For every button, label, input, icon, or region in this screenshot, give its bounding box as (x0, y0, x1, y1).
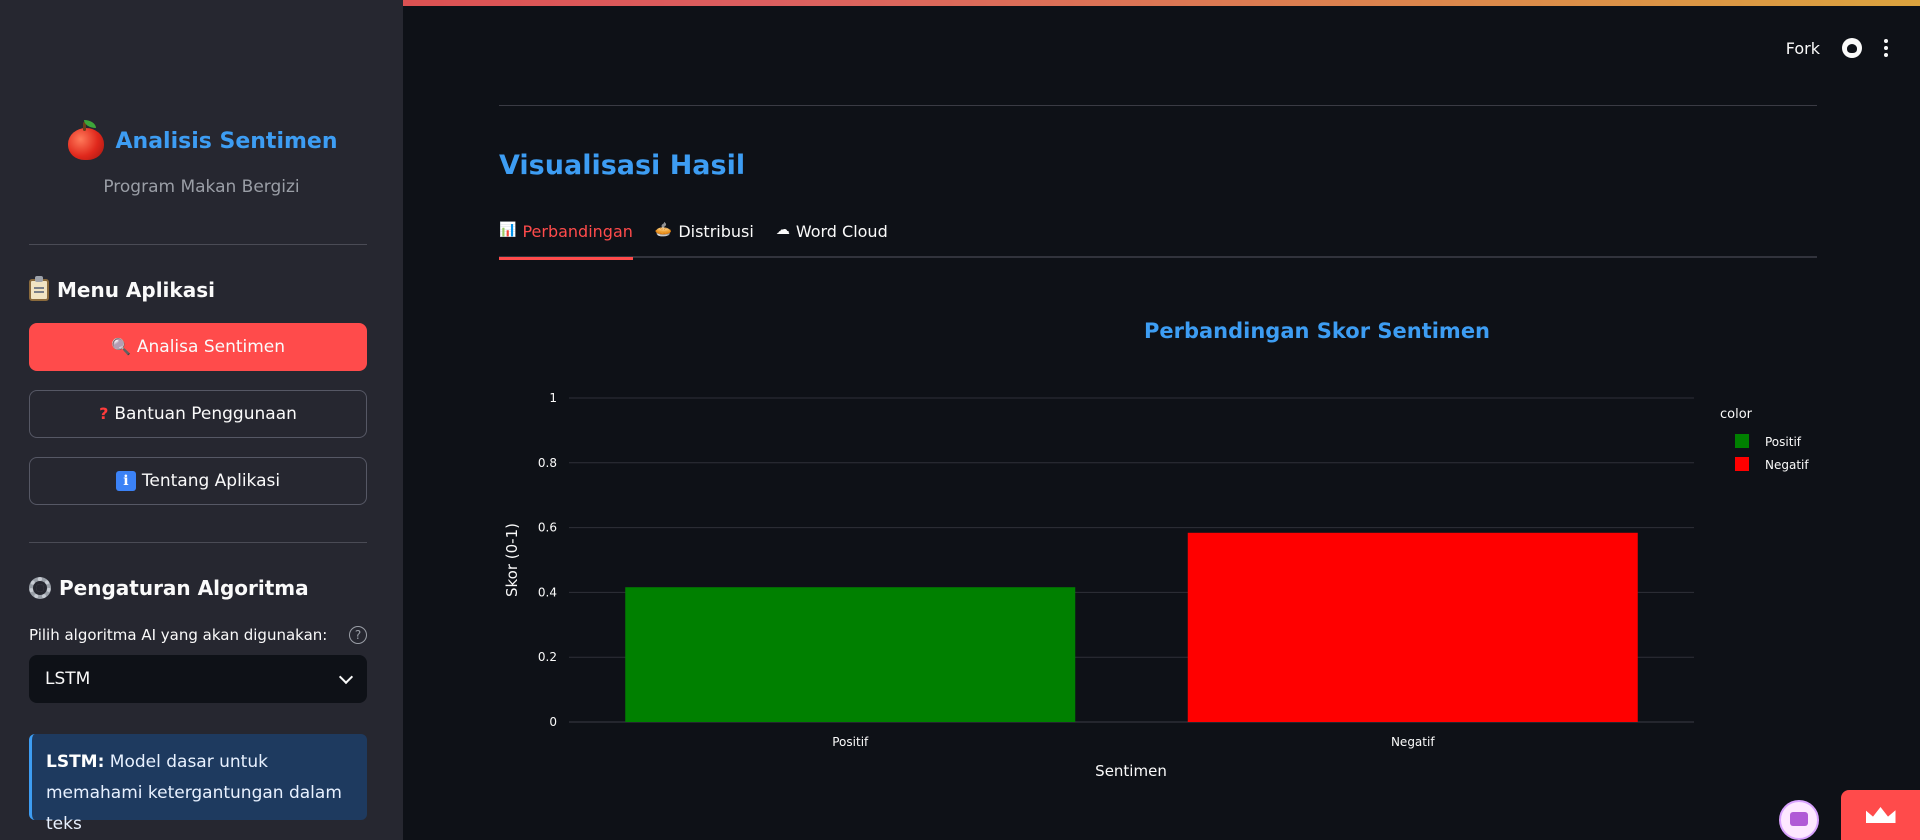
header-actions: Fork (1786, 38, 1888, 58)
gear-icon (29, 577, 51, 599)
page-title: Visualisasi Hasil (499, 150, 746, 181)
bantuan-penggunaan-label: Bantuan Penggunaan (114, 404, 297, 424)
x-axis-label: Sentimen (1095, 762, 1167, 780)
y-tick-label: 1 (549, 391, 557, 405)
menu-heading: Menu Aplikasi (29, 276, 215, 302)
clipboard-icon (29, 276, 49, 301)
kebab-menu-icon[interactable] (1884, 39, 1888, 57)
chart-title: Perbandingan Skor Sentimen (1144, 319, 1490, 343)
legend-item: Positif (1765, 435, 1802, 449)
algorithm-select-value: LSTM (45, 669, 91, 689)
bar-positif (625, 587, 1076, 722)
crown-button[interactable] (1841, 790, 1920, 840)
question-icon: ? (99, 404, 109, 423)
menu-heading-label: Menu Aplikasi (57, 278, 215, 302)
github-icon[interactable] (1842, 38, 1862, 58)
bar-negatif (1187, 532, 1638, 722)
help-icon[interactable]: ? (349, 626, 367, 644)
legend-title: color (1720, 407, 1753, 422)
analisa-sentimen-label: Analisa Sentimen (136, 337, 286, 357)
brand: Analisis Sentimen (0, 120, 403, 162)
brand-title: Analisis Sentimen (115, 128, 338, 154)
sidebar-divider (29, 542, 367, 543)
tentang-aplikasi-button[interactable]: i Tentang Aplikasi (29, 457, 367, 505)
algorithm-label: Pilih algoritma AI yang akan digunakan: (29, 626, 328, 644)
y-tick-label: 0.8 (538, 456, 557, 470)
chart-legend: color Positif Negatif (1720, 407, 1809, 472)
tab-perbandingan-label: Perbandingan (522, 222, 633, 241)
analisa-sentimen-button[interactable]: 🔍 Analisa Sentimen (29, 323, 367, 371)
y-tick-label: 0.2 (538, 650, 557, 664)
legend-swatch (1735, 434, 1749, 448)
info-box-bold: LSTM: (46, 752, 105, 772)
algorithm-info-box: LSTM: Model dasar untuk memahami keterga… (29, 734, 367, 834)
settings-heading-label: Pengaturan Algoritma (59, 576, 309, 600)
avatar[interactable] (1779, 800, 1819, 840)
y-tick-label: 0.4 (538, 585, 557, 599)
y-tick-label: 0 (549, 715, 557, 729)
tab-perbandingan[interactable]: 📊 Perbandingan (499, 222, 633, 260)
cloud-icon: ☁ (775, 222, 790, 238)
x-tick-label: Positif (832, 735, 869, 749)
tab-distribusi[interactable]: 🥧 Distribusi (655, 222, 754, 258)
apple-icon (66, 120, 106, 162)
info-icon: i (115, 471, 136, 491)
magnifier-icon: 🔍 (110, 337, 131, 356)
y-tick-label: 0.6 (538, 521, 557, 535)
tab-word-cloud-label: Word Cloud (795, 222, 888, 241)
crown-icon (1865, 807, 1896, 823)
fork-link[interactable]: Fork (1786, 39, 1820, 58)
sidebar: Analisis Sentimen Program Makan Bergizi … (0, 0, 403, 840)
sidebar-divider (29, 244, 367, 245)
bar-chart-icon: 📊 (499, 222, 517, 238)
sentiment-chart: Perbandingan Skor Sentimen 0 0.2 0.4 0.6 0.8… (499, 300, 1817, 800)
tab-bar: 📊 Perbandingan 🥧 Distribusi ☁ Word Cloud (499, 222, 1817, 260)
legend-swatch (1735, 457, 1749, 471)
chart-svg: Perbandingan Skor Sentimen 0 0.2 0.4 0.6 0.8… (503, 319, 1809, 780)
tentang-aplikasi-label: Tentang Aplikasi (141, 471, 281, 491)
y-axis-label: Skor (0-1) (503, 523, 521, 597)
tab-word-cloud[interactable]: ☁ Word Cloud (776, 222, 888, 258)
pie-icon: 🥧 (654, 222, 673, 238)
chevron-down-icon (338, 669, 354, 684)
brand-subtitle: Program Makan Bergizi (103, 177, 300, 197)
x-tick-label: Negatif (1391, 735, 1435, 749)
bantuan-penggunaan-button[interactable]: ? Bantuan Penggunaan (29, 390, 367, 438)
tab-distribusi-label: Distribusi (678, 222, 754, 241)
main-divider (499, 105, 1817, 106)
algorithm-select[interactable]: LSTM (29, 655, 367, 703)
settings-heading: Pengaturan Algoritma (29, 576, 309, 600)
legend-item: Negatif (1765, 458, 1809, 472)
